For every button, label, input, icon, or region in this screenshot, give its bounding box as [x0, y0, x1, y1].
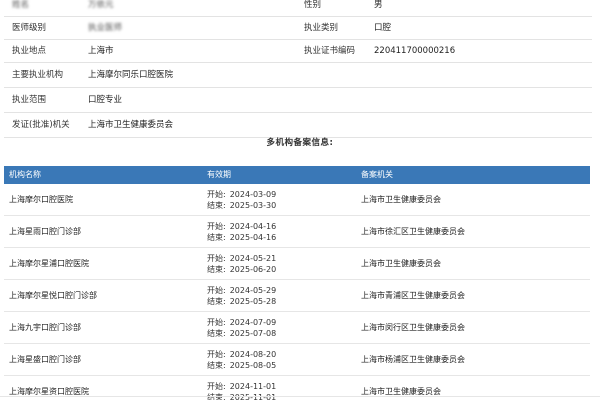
start-prefix: 开始:: [207, 221, 226, 231]
row-start: 开始: 2024-04-16: [207, 221, 356, 232]
row-org-name: 上海星雨口腔门诊部: [9, 227, 81, 236]
row-end: 结束: 2025-04-16: [207, 232, 356, 243]
info-row-institution: 主要执业机构 上海摩尔同乐口腔医院: [4, 63, 592, 88]
row-authority: 上海市闵行区卫生健康委员会: [361, 323, 465, 332]
table-row: 上海摩尔星悦口腔门诊部 开始: 2024-05-29 结束: 2025-05-28 上海市…: [4, 280, 590, 312]
row-end: 结束: 2025-08-05: [207, 360, 356, 371]
table-row: 上海星雨口腔门诊部 开始: 2024-04-16 结束: 2025-04-16 上海市徐汇…: [4, 216, 590, 248]
info-row-issuer: 发证(批准)机关 上海市卫生健康委员会: [4, 113, 592, 138]
practice-location-value: 上海市: [88, 46, 114, 56]
start-date: 2024-03-09: [229, 189, 277, 199]
end-date: 2025-04-16: [229, 232, 277, 242]
start-date: 2024-07-09: [229, 317, 277, 327]
certificate-code-value: 220411700000216: [374, 46, 456, 56]
practice-scope-value: 口腔专业: [88, 95, 123, 105]
name-value: 万依元: [88, 0, 114, 10]
practice-category-label: 执业类别: [304, 23, 339, 33]
row-authority: 上海市青浦区卫生健康委员会: [361, 291, 465, 300]
main-institution-label: 主要执业机构: [12, 70, 64, 80]
start-prefix: 开始:: [207, 189, 226, 199]
row-org-name: 上海摩尔口腔医院: [9, 195, 73, 204]
multi-institution-title: 多机构备案信息:: [266, 138, 334, 148]
info-row-name: 姓名 万依元 性别 男: [4, 0, 592, 17]
row-start: 开始: 2024-05-29: [207, 285, 356, 296]
table-row: 上海摩尔口腔医院 开始: 2024-03-09 结束: 2025-03-30 上海市卫生健…: [4, 184, 590, 216]
row-end: 结束: 2025-07-08: [207, 328, 356, 339]
row-validity: 开始:2024-11-01结束:2025-11-01: [202, 381, 356, 400]
table-header: 机构名称 有效期 备案机关: [4, 166, 590, 184]
row-authority: 上海市杨浦区卫生健康委员会: [361, 355, 465, 364]
end-prefix: 结束:: [207, 328, 226, 338]
row-start: 开始: 2024-08-20: [207, 349, 356, 360]
start-date: 2024-08-20: [229, 349, 277, 359]
start-date: 2024-04-16: [229, 221, 277, 231]
row-start: 开始: 2024-05-21: [207, 253, 356, 264]
row-org-name: 上海星盛口腔门诊部: [9, 355, 81, 364]
end-date: 2025-05-28: [229, 296, 277, 306]
row-authority: 上海市徐汇区卫生健康委员会: [361, 227, 465, 236]
start-date: 2024-05-21: [229, 253, 277, 263]
name-label: 姓名: [12, 0, 30, 10]
row-authority: 上海市卫生健康委员会: [361, 259, 441, 268]
table-body: 上海摩尔口腔医院 开始: 2024-03-09 结束: 2025-03-30 上海市卫生健…: [4, 184, 590, 400]
row-org-name: 上海九宇口腔门诊部: [9, 323, 81, 332]
practice-location-label: 执业地点: [12, 46, 47, 56]
row-validity: 开始: 2024-04-16 结束: 2025-04-16: [202, 221, 356, 243]
end-date: 2025-03-30: [229, 200, 277, 210]
divider: [0, 396, 600, 397]
info-row-scope: 执业范围 口腔专业: [4, 88, 592, 113]
start-prefix: 开始:: [207, 381, 226, 391]
start-date: 2024-05-29: [229, 285, 277, 295]
row-end: 结束: 2025-03-30: [207, 200, 356, 211]
end-date: 2025-07-08: [229, 328, 277, 338]
table-row: 上海九宇口腔门诊部 开始: 2024-07-09 结束: 2025-07-08 上海市闵行…: [4, 312, 590, 344]
gender-value: 男: [374, 0, 383, 10]
info-row-location: 执业地点 上海市 执业证书编码 220411700000216: [4, 40, 592, 63]
main-institution-value: 上海摩尔同乐口腔医院: [88, 70, 174, 80]
row-org-name: 上海摩尔星悦口腔门诊部: [9, 291, 97, 300]
start-prefix: 开始:: [207, 317, 226, 327]
start-date: 2024-11-01: [229, 381, 277, 391]
header-validity: 有效期: [207, 170, 231, 179]
end-prefix: 结束:: [207, 360, 226, 370]
doctor-info-grid: 姓名 万依元 性别 男 医师级别 执业医师 执业类别 口腔 执业地点 上海市 执…: [4, 0, 592, 138]
header-authority: 备案机关: [361, 170, 393, 179]
row-validity: 开始: 2024-05-21 结束: 2025-06-20: [202, 253, 356, 275]
info-row-level: 医师级别 执业医师 执业类别 口腔: [4, 17, 592, 40]
row-authority: 上海市卫生健康委员会: [361, 195, 441, 204]
start-prefix: 开始:: [207, 349, 226, 359]
end-prefix: 结束:: [207, 264, 226, 274]
gender-label: 性别: [304, 0, 322, 10]
row-end: 结束: 2025-06-20: [207, 264, 356, 275]
table-row: 上海星盛口腔门诊部 开始: 2024-08-20 结束: 2025-08-05 上海市杨浦…: [4, 344, 590, 376]
multi-institution-table: 机构名称 有效期 备案机关 上海摩尔口腔医院 开始: 2024-03-09 结束: 20…: [4, 166, 590, 400]
row-end: 结束: 2025-05-28: [207, 296, 356, 307]
row-start: 开始: 2024-11-01: [207, 381, 356, 392]
practice-scope-label: 执业范围: [12, 95, 47, 105]
row-org-name: 上海摩尔星浦口腔医院: [9, 259, 89, 268]
page: 姓名 万依元 性别 男 医师级别 执业医师 执业类别 口腔 执业地点 上海市 执…: [0, 0, 600, 400]
start-prefix: 开始:: [207, 253, 226, 263]
start-prefix: 开始:: [207, 285, 226, 295]
row-validity: 开始: 2024-05-29 结束: 2025-05-28: [202, 285, 356, 307]
doctor-level-label: 医师级别: [12, 23, 47, 33]
issuing-authority-value: 上海市卫生健康委员会: [88, 120, 174, 130]
row-start: 开始: 2024-07-09: [207, 317, 356, 328]
row-validity: 开始: 2024-03-09 结束: 2025-03-30: [202, 189, 356, 211]
certificate-code-label: 执业证书编码: [304, 46, 356, 56]
row-start: 开始: 2024-03-09: [207, 189, 356, 200]
table-row: 上海摩尔星浦口腔医院 开始: 2024-05-21 结束: 2025-06-20 上海市卫…: [4, 248, 590, 280]
end-date: 2025-08-05: [229, 360, 277, 370]
end-prefix: 结束:: [207, 200, 226, 210]
row-validity: 开始: 2024-07-09 结束: 2025-07-08: [202, 317, 356, 339]
end-prefix: 结束:: [207, 232, 226, 242]
practice-category-value: 口腔: [374, 23, 392, 33]
end-date: 2025-06-20: [229, 264, 277, 274]
header-org-name: 机构名称: [9, 170, 41, 179]
doctor-level-value: 执业医师: [88, 23, 123, 33]
issuing-authority-label: 发证(批准)机关: [12, 120, 70, 130]
row-validity: 开始: 2024-08-20 结束: 2025-08-05: [202, 349, 356, 371]
end-prefix: 结束:: [207, 296, 226, 306]
